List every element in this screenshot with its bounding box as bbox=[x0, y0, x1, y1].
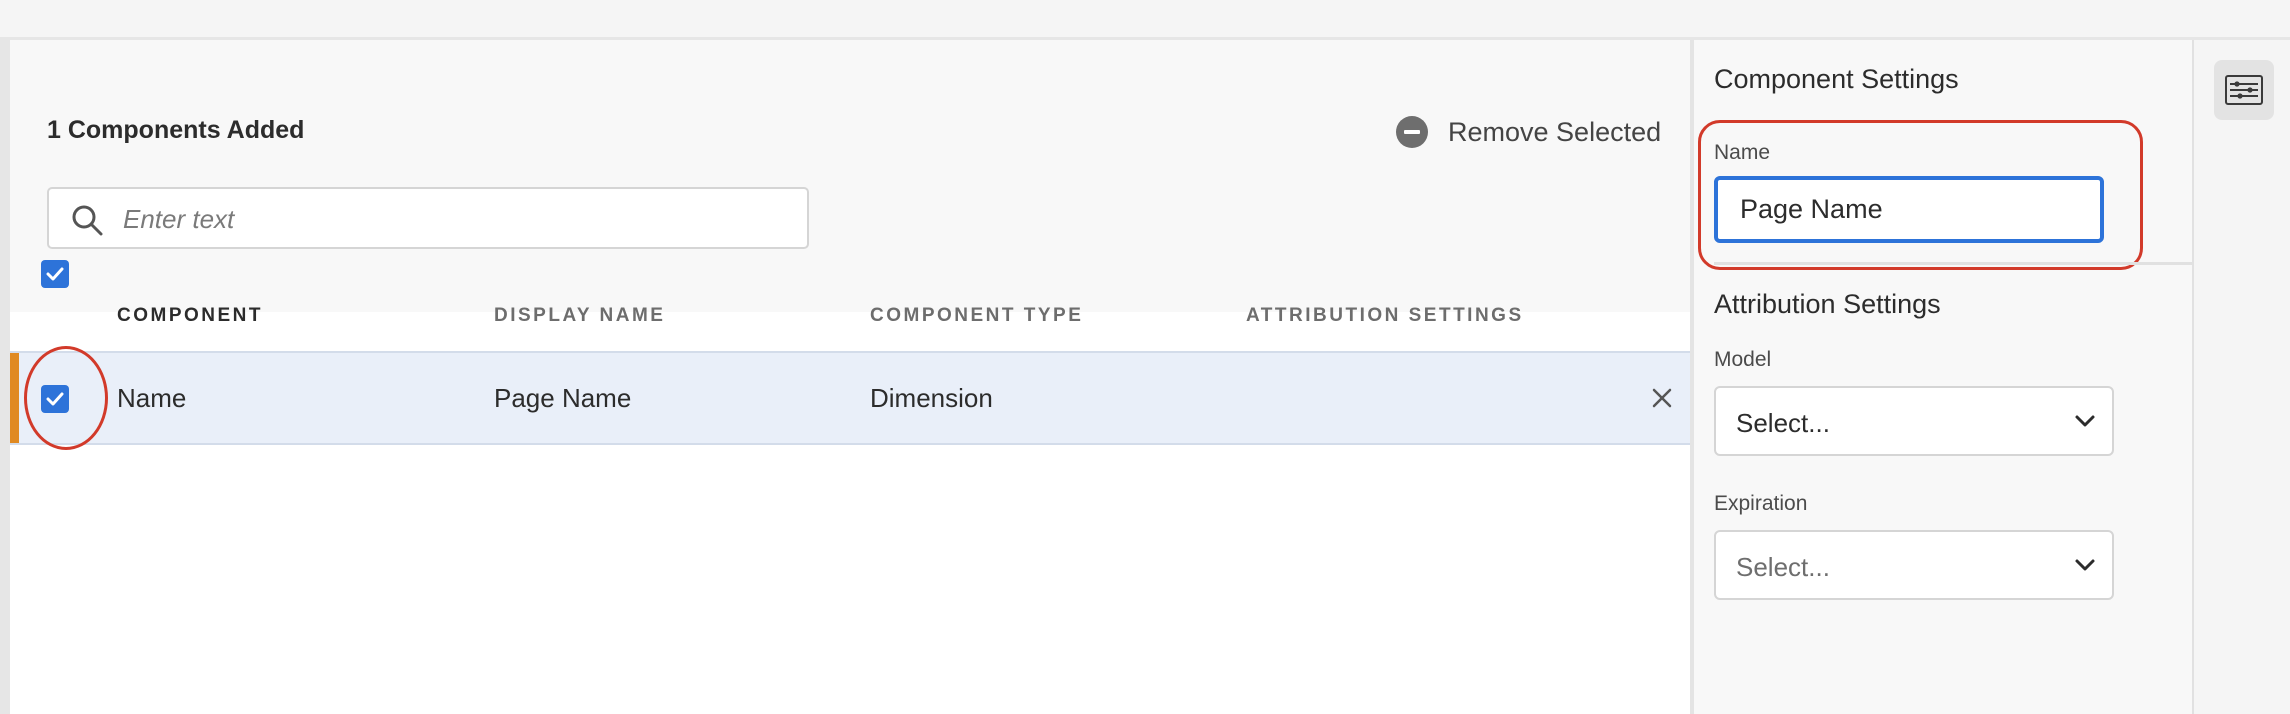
column-header-component-type[interactable]: COMPONENT TYPE bbox=[870, 305, 1083, 327]
cell-display-name: Page Name bbox=[494, 383, 632, 413]
model-select[interactable]: Select... bbox=[1714, 386, 2114, 456]
list-header-area bbox=[10, 40, 1690, 312]
close-icon[interactable] bbox=[1650, 386, 1674, 410]
remove-selected-label: Remove Selected bbox=[1448, 116, 1662, 147]
column-header-component[interactable]: COMPONENT bbox=[117, 305, 263, 327]
minus-circle-icon bbox=[1396, 116, 1428, 148]
panel-separator bbox=[1714, 262, 2192, 265]
column-header-attribution-settings[interactable]: ATTRIBUTION SETTINGS bbox=[1246, 305, 1524, 327]
cell-component-type: Dimension bbox=[870, 383, 993, 413]
top-bar bbox=[0, 0, 2290, 40]
expiration-label: Expiration bbox=[1714, 492, 1808, 515]
model-select-value: Select... bbox=[1736, 408, 1830, 438]
name-field[interactable] bbox=[1714, 176, 2104, 243]
right-rail bbox=[2194, 40, 2290, 714]
expiration-select-value: Select... bbox=[1736, 552, 1830, 582]
remove-selected-button[interactable]: Remove Selected bbox=[1396, 112, 1661, 152]
attribution-settings-title: Attribution Settings bbox=[1714, 289, 1941, 319]
search-field[interactable] bbox=[47, 187, 809, 249]
components-added-count: 1 Components Added bbox=[47, 116, 305, 144]
table-row[interactable]: Name Page Name Dimension bbox=[10, 351, 1690, 445]
row-checkbox[interactable] bbox=[41, 385, 69, 413]
column-header-display-name[interactable]: DISPLAY NAME bbox=[494, 305, 665, 327]
model-label: Model bbox=[1714, 348, 1772, 371]
search-icon bbox=[72, 205, 103, 236]
cell-component: Name bbox=[117, 383, 187, 413]
checkmark-icon bbox=[46, 392, 64, 406]
components-list-area: 1 Components Added Remove Selected COMPO… bbox=[0, 40, 1690, 714]
settings-toggle-button[interactable] bbox=[2214, 60, 2274, 120]
select-all-checkbox[interactable] bbox=[41, 260, 69, 288]
row-selection-accent bbox=[10, 353, 19, 443]
sliders-icon bbox=[2225, 75, 2263, 105]
chevron-down-icon bbox=[2075, 415, 2095, 427]
name-label: Name bbox=[1714, 141, 1771, 164]
checkmark-icon bbox=[46, 267, 64, 281]
chevron-down-icon bbox=[2075, 559, 2095, 571]
component-settings-title: Component Settings bbox=[1714, 64, 1959, 94]
search-input[interactable] bbox=[121, 195, 795, 243]
component-settings-panel: Component Settings Name Attribution Sett… bbox=[1694, 40, 2192, 714]
expiration-select[interactable]: Select... bbox=[1714, 530, 2114, 600]
